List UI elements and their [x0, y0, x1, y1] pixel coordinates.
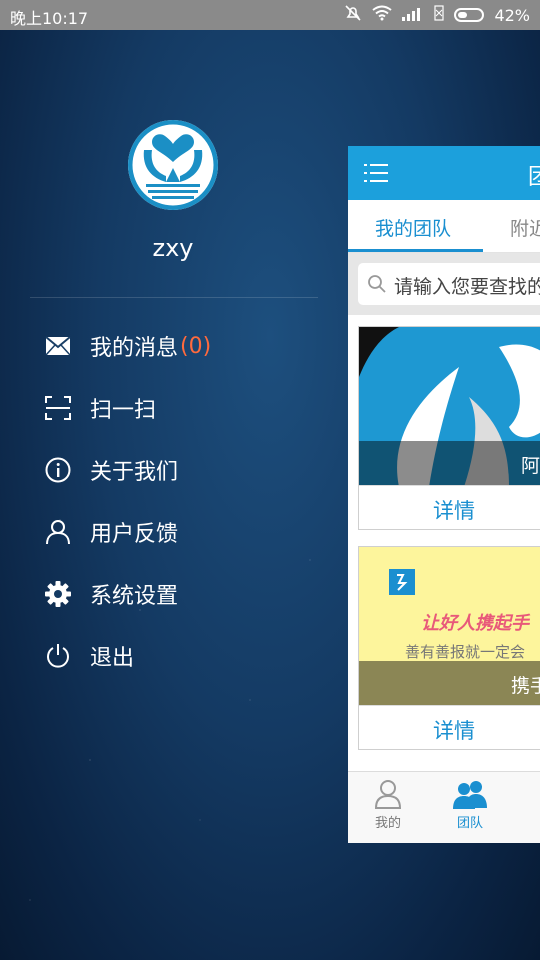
tab-bar: 我的团队 附近: [348, 200, 540, 253]
wifi-icon: [372, 5, 393, 25]
tab-nearby[interactable]: 附近: [510, 214, 540, 241]
mail-icon: [40, 336, 76, 356]
scan-icon: [40, 396, 76, 420]
nav-team[interactable]: 团队: [440, 778, 500, 831]
menu-item-logout[interactable]: 退出: [40, 634, 320, 678]
silent-icon: [344, 4, 362, 26]
bottom-nav: 我的 团队: [348, 771, 540, 843]
team-card[interactable]: 让好人携起手 善有善报就一定会 携手 详情: [358, 546, 540, 750]
details-button[interactable]: 详情: [359, 705, 540, 750]
search-input[interactable]: 请输入您要查找的: [358, 263, 540, 305]
message-count: (0): [180, 333, 212, 359]
battery-icon: [454, 8, 485, 22]
team-card-caption: 阿: [359, 441, 540, 485]
team-card-caption: 携手: [359, 661, 540, 705]
tab-indicator: [348, 249, 483, 252]
gear-icon: [40, 580, 76, 608]
info-icon: [40, 457, 76, 483]
team-card-subtitle: 善有善报就一定会: [405, 643, 526, 661]
nav-partial[interactable]: [520, 778, 540, 812]
menu-label-logout: 退出: [90, 646, 135, 671]
nav-mine[interactable]: 我的: [358, 778, 418, 831]
menu-item-scan[interactable]: 扫一扫: [40, 386, 320, 430]
menu-item-feedback[interactable]: 用户反馈: [40, 510, 320, 554]
menu-item-about[interactable]: 关于我们: [40, 448, 320, 492]
team-card[interactable]: 阿 详情: [358, 326, 540, 530]
menu-item-settings[interactable]: 系统设置: [40, 572, 320, 616]
search-bar: 请输入您要查找的: [348, 253, 540, 315]
menu-label-scan: 扫一扫: [90, 398, 157, 423]
team-card-title: 让好人携起手: [421, 613, 529, 634]
no-sim-icon: [434, 5, 445, 25]
battery-percent: 42%: [494, 5, 530, 25]
user-icon: [40, 519, 76, 545]
details-button[interactable]: 详情: [359, 485, 540, 530]
toolbar: 团: [348, 146, 540, 200]
person-icon: [374, 780, 402, 809]
status-time: 晚上10:17: [10, 9, 89, 28]
username: zxy: [152, 234, 194, 262]
main-panel[interactable]: 团 我的团队 附近 请输入您要查找的 阿 详情 让好人携起手 善有善报就一定会 …: [348, 146, 540, 843]
status-bar: 晚上10:17 42%: [0, 0, 540, 30]
charity-logo-icon: [129, 121, 217, 209]
team-icon: [453, 781, 487, 809]
menu-item-messages[interactable]: 我的消息 (0): [40, 324, 320, 368]
tab-my-team[interactable]: 我的团队: [375, 214, 451, 241]
signal-icon: [402, 6, 424, 25]
menu-label-settings: 系统设置: [90, 584, 179, 609]
avatar[interactable]: [128, 120, 218, 210]
power-icon: [40, 643, 76, 669]
menu-toggle-icon[interactable]: [364, 162, 388, 188]
search-icon: [367, 274, 387, 298]
menu-label-feedback: 用户反馈: [90, 522, 179, 547]
search-placeholder: 请输入您要查找的: [394, 276, 540, 298]
menu-label-messages: 我的消息: [90, 336, 179, 361]
partial-icon: [536, 778, 540, 810]
team-logo-icon: [389, 569, 415, 599]
drawer-divider: [30, 297, 318, 298]
menu-label-about: 关于我们: [90, 460, 179, 485]
toolbar-title: 团: [528, 165, 540, 190]
